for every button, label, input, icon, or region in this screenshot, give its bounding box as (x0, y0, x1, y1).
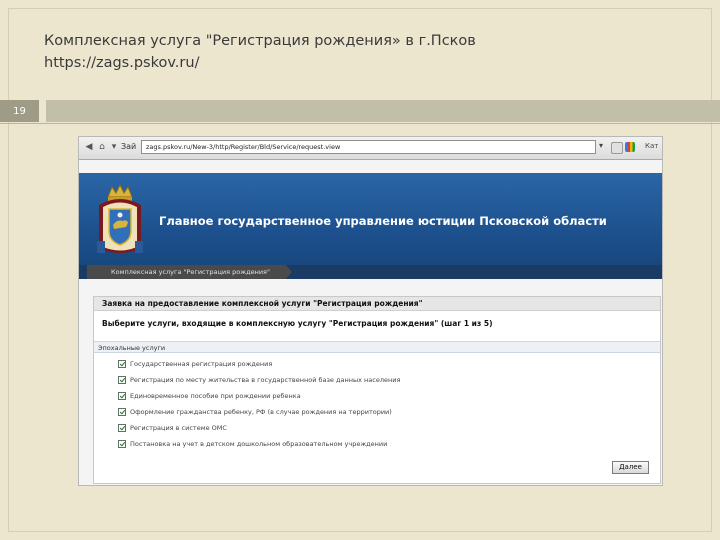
service-item[interactable]: Государственная регистрация рождения (118, 359, 272, 369)
slide-url: https://zags.pskov.ru/ (44, 55, 200, 71)
slide-number-badge: 19 (0, 100, 39, 122)
checkbox-checked[interactable] (118, 392, 126, 400)
google-icon[interactable] (625, 142, 635, 152)
next-button[interactable]: Далее (612, 461, 649, 474)
form-heading: Заявка на предоставление комплексной усл… (94, 297, 660, 311)
browser-screenshot: ◀ ⌂ ▾ Зай zags.pskov.ru/New-3/http/Regis… (78, 136, 663, 486)
header-title: Главное государственное управление юстиц… (159, 214, 607, 228)
section-header: Эпохальные услуги (94, 341, 660, 353)
checkbox-checked[interactable] (118, 376, 126, 384)
slide-title-bar (46, 100, 720, 122)
home-icon[interactable]: ⌂ (96, 141, 108, 153)
site-header: Главное государственное управление юстиц… (79, 173, 662, 279)
slide-title: Комплексная услуга "Регистрация рождения… (44, 30, 684, 74)
service-item[interactable]: Постановка на учет в детском дошкольном … (118, 439, 387, 449)
checkbox-checked[interactable] (118, 408, 126, 416)
service-label: Государственная регистрация рождения (130, 360, 273, 368)
checkbox-checked[interactable] (118, 440, 126, 448)
back-icon[interactable]: ◀ (83, 141, 95, 153)
breadcrumb[interactable]: Комплексная услуга "Регистрация рождения… (87, 265, 292, 279)
service-label: Регистрация в системе ОМС (130, 424, 227, 432)
coat-of-arms-icon (97, 183, 143, 253)
checkbox-checked[interactable] (118, 424, 126, 432)
toolbar-label[interactable]: Кат (645, 142, 658, 150)
service-item[interactable]: Регистрация в системе ОМС (118, 423, 227, 433)
service-label: Оформление гражданства ребенку, РФ (в сл… (130, 408, 392, 416)
service-item[interactable]: Единовременное пособие при рождении ребе… (118, 391, 301, 401)
address-bar[interactable]: zags.pskov.ru/New-3/http/Register/Bld/Se… (141, 140, 596, 154)
form-subheading: Выберите услуги, входящие в комплексную … (102, 319, 493, 328)
service-label: Постановка на учет в детском дошкольном … (130, 440, 388, 448)
service-item[interactable]: Оформление гражданства ребенку, РФ (в сл… (118, 407, 392, 417)
page-icon[interactable] (611, 142, 623, 154)
slide-title-line: Комплексная услуга "Регистрация рождения… (44, 33, 476, 49)
go-label[interactable]: Зай (121, 142, 136, 151)
checkbox-checked[interactable] (118, 360, 126, 368)
dropdown-icon[interactable]: ▾ (108, 141, 120, 153)
divider (0, 123, 720, 124)
service-label: Единовременное пособие при рождении ребе… (130, 392, 301, 400)
chevron-down-icon[interactable]: ▾ (599, 141, 603, 150)
service-item[interactable]: Регистрация по месту жительства в госуда… (118, 375, 400, 385)
service-label: Регистрация по месту жительства в госуда… (130, 376, 401, 384)
application-form: Заявка на предоставление комплексной усл… (93, 296, 661, 484)
browser-toolbar: ◀ ⌂ ▾ Зай zags.pskov.ru/New-3/http/Regis… (79, 137, 662, 160)
